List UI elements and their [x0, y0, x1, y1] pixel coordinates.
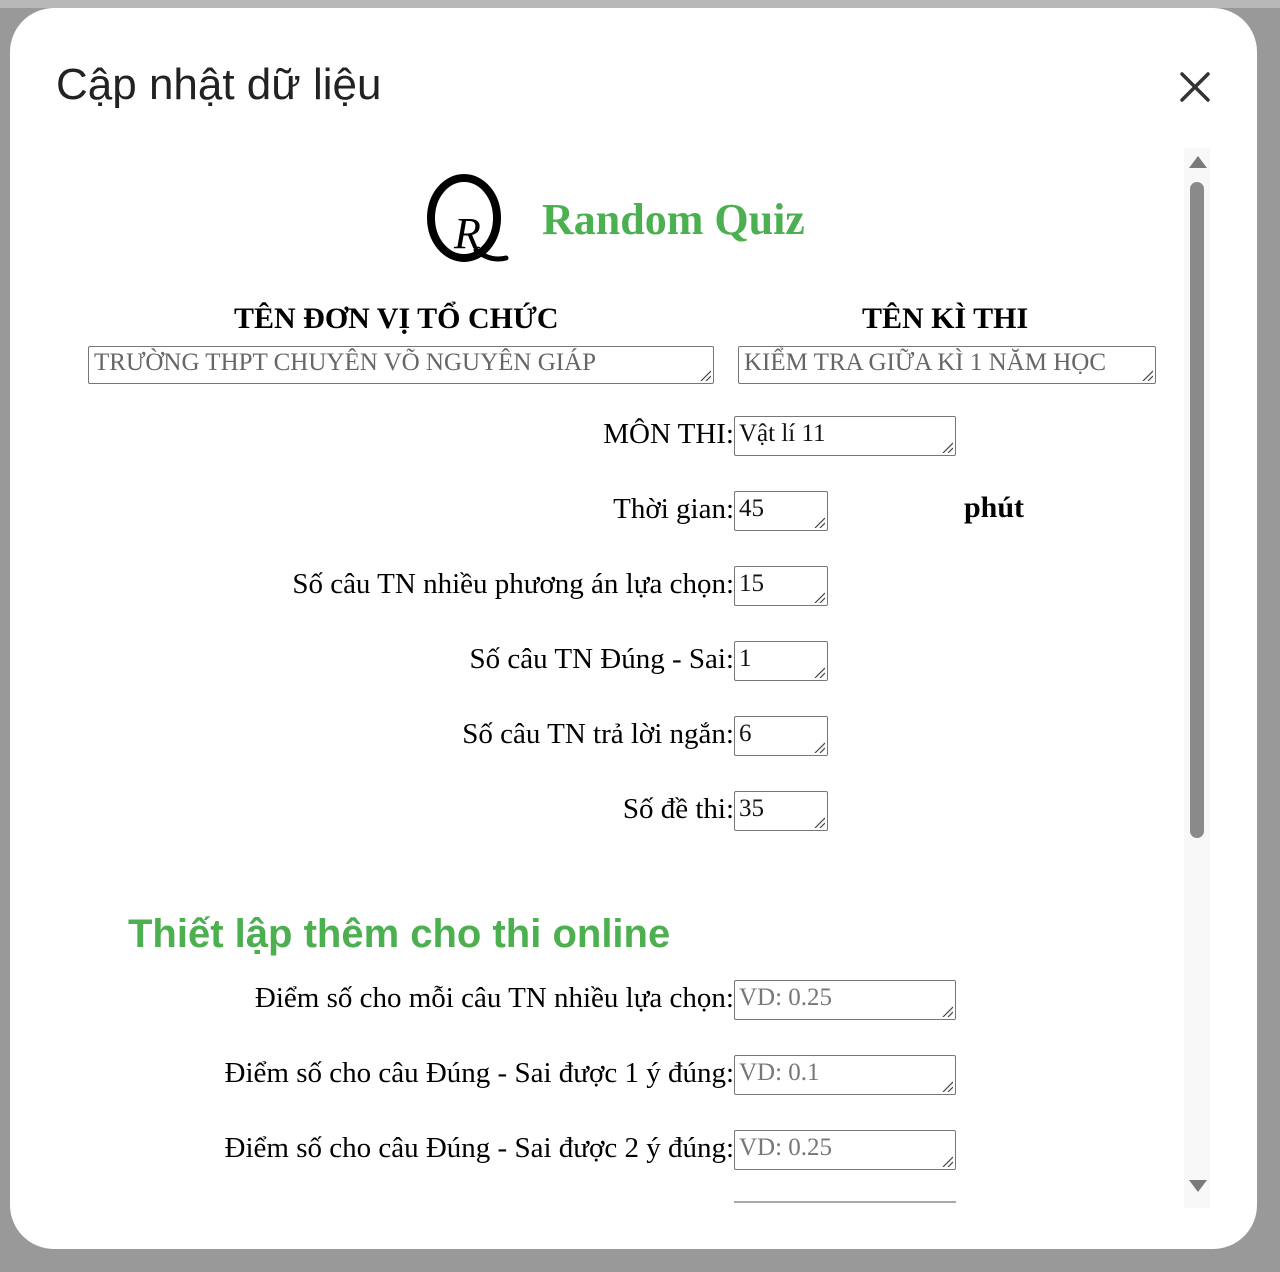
- short-count-input[interactable]: 6: [734, 716, 828, 756]
- mc-score-row: Điểm số cho mỗi câu TN nhiều lựa chọn: V…: [10, 980, 1184, 1020]
- close-button[interactable]: [1172, 64, 1218, 110]
- time-input[interactable]: 45: [734, 491, 828, 531]
- mc-score-input[interactable]: VD: 0.25: [734, 980, 956, 1020]
- tf1-score-label: Điểm số cho câu Đúng - Sai được 1 ý đúng…: [224, 1057, 734, 1089]
- time-row: Thời gian: 45 phút: [10, 491, 1184, 531]
- exam-name-field[interactable]: KIỂM TRA GIỮA KÌ 1 NĂM HỌC: [738, 346, 1156, 384]
- subject-input[interactable]: Vật lí 11: [734, 416, 956, 456]
- exam-count-label: Số đề thi:: [622, 793, 734, 825]
- scroll-thumb[interactable]: [1190, 182, 1204, 838]
- qr-logo-icon: R: [427, 174, 509, 262]
- dialog-title: Cập nhật dữ liệu: [56, 60, 382, 109]
- resize-grip-icon[interactable]: [941, 1155, 953, 1167]
- subject-value: Vật lí 11: [739, 420, 826, 447]
- tf2-score-label: Điểm số cho câu Đúng - Sai được 2 ý đúng…: [224, 1132, 734, 1164]
- time-label: Thời gian:: [613, 493, 734, 525]
- dialog-content: R Random Quiz TÊN ĐƠN VỊ TỔ CHỨC TÊN KÌ …: [10, 148, 1184, 1218]
- mc-count-input[interactable]: 15: [734, 566, 828, 606]
- time-unit: phút: [964, 491, 1025, 524]
- resize-grip-icon[interactable]: [1141, 369, 1153, 381]
- resize-grip-icon[interactable]: [813, 741, 825, 753]
- mc-score-placeholder: VD: 0.25: [739, 984, 833, 1011]
- mc-score-label: Điểm số cho mỗi câu TN nhiều lựa chọn:: [254, 982, 734, 1014]
- subject-label: MÔN THI:: [603, 418, 734, 450]
- resize-grip-icon[interactable]: [699, 369, 711, 381]
- brand-header: R Random Quiz: [424, 170, 844, 270]
- short-count-value: 6: [739, 720, 752, 747]
- resize-grip-icon[interactable]: [941, 441, 953, 453]
- resize-grip-icon[interactable]: [813, 591, 825, 603]
- resize-grip-icon[interactable]: [941, 1080, 953, 1092]
- brand-name: Random Quiz: [542, 195, 805, 244]
- subject-row: MÔN THI: Vật lí 11: [10, 416, 1184, 456]
- close-icon: [1180, 72, 1210, 102]
- exam-name-value: KIỂM TRA GIỮA KÌ 1 NĂM HỌC: [744, 349, 1106, 376]
- tf2-score-input[interactable]: VD: 0.25: [734, 1130, 956, 1170]
- next-input-edge: [734, 1201, 956, 1203]
- svg-text:R: R: [453, 209, 481, 258]
- tf-count-input[interactable]: 1: [734, 641, 828, 681]
- scroll-down-arrow-icon[interactable]: [1189, 1180, 1207, 1192]
- resize-grip-icon[interactable]: [813, 666, 825, 678]
- update-data-dialog: Cập nhật dữ liệu R Random Quiz TÊN ĐƠN V…: [10, 8, 1257, 1249]
- mc-count-value: 15: [739, 570, 764, 597]
- tf1-score-placeholder: VD: 0.1: [739, 1059, 820, 1086]
- backdrop-top-bar: [0, 0, 1280, 8]
- mc-count-label: Số câu TN nhiều phương án lựa chọn:: [292, 568, 734, 600]
- org-name-value: TRƯỜNG THPT CHUYÊN VÕ NGUYÊN GIÁP: [94, 349, 597, 376]
- tf2-score-row: Điểm số cho câu Đúng - Sai được 2 ý đúng…: [10, 1130, 1184, 1170]
- scrollbar[interactable]: [1184, 148, 1210, 1208]
- scroll-up-arrow-icon[interactable]: [1189, 156, 1207, 168]
- tf-count-label: Số câu TN Đúng - Sai:: [469, 643, 734, 675]
- mc-count-row: Số câu TN nhiều phương án lựa chọn: 15: [10, 566, 1184, 606]
- tf1-score-row: Điểm số cho câu Đúng - Sai được 1 ý đúng…: [10, 1055, 1184, 1095]
- resize-grip-icon[interactable]: [813, 816, 825, 828]
- org-heading: TÊN ĐƠN VỊ TỔ CHỨC: [234, 302, 559, 335]
- exam-count-input[interactable]: 35: [734, 791, 828, 831]
- exam-count-value: 35: [739, 795, 764, 822]
- tf1-score-input[interactable]: VD: 0.1: [734, 1055, 956, 1095]
- resize-grip-icon[interactable]: [941, 1005, 953, 1017]
- tf2-score-placeholder: VD: 0.25: [739, 1134, 833, 1161]
- tf-count-value: 1: [739, 645, 752, 672]
- exam-heading: TÊN KÌ THI: [862, 302, 1029, 335]
- exam-count-row: Số đề thi: 35: [10, 791, 1184, 831]
- time-value: 45: [739, 495, 764, 522]
- online-settings-title: Thiết lập thêm cho thi online: [128, 912, 671, 956]
- short-count-row: Số câu TN trả lời ngắn: 6: [10, 716, 1184, 756]
- tf-count-row: Số câu TN Đúng - Sai: 1: [10, 641, 1184, 681]
- resize-grip-icon[interactable]: [813, 516, 825, 528]
- org-name-field[interactable]: TRƯỜNG THPT CHUYÊN VÕ NGUYÊN GIÁP: [88, 346, 714, 384]
- short-count-label: Số câu TN trả lời ngắn:: [462, 718, 734, 750]
